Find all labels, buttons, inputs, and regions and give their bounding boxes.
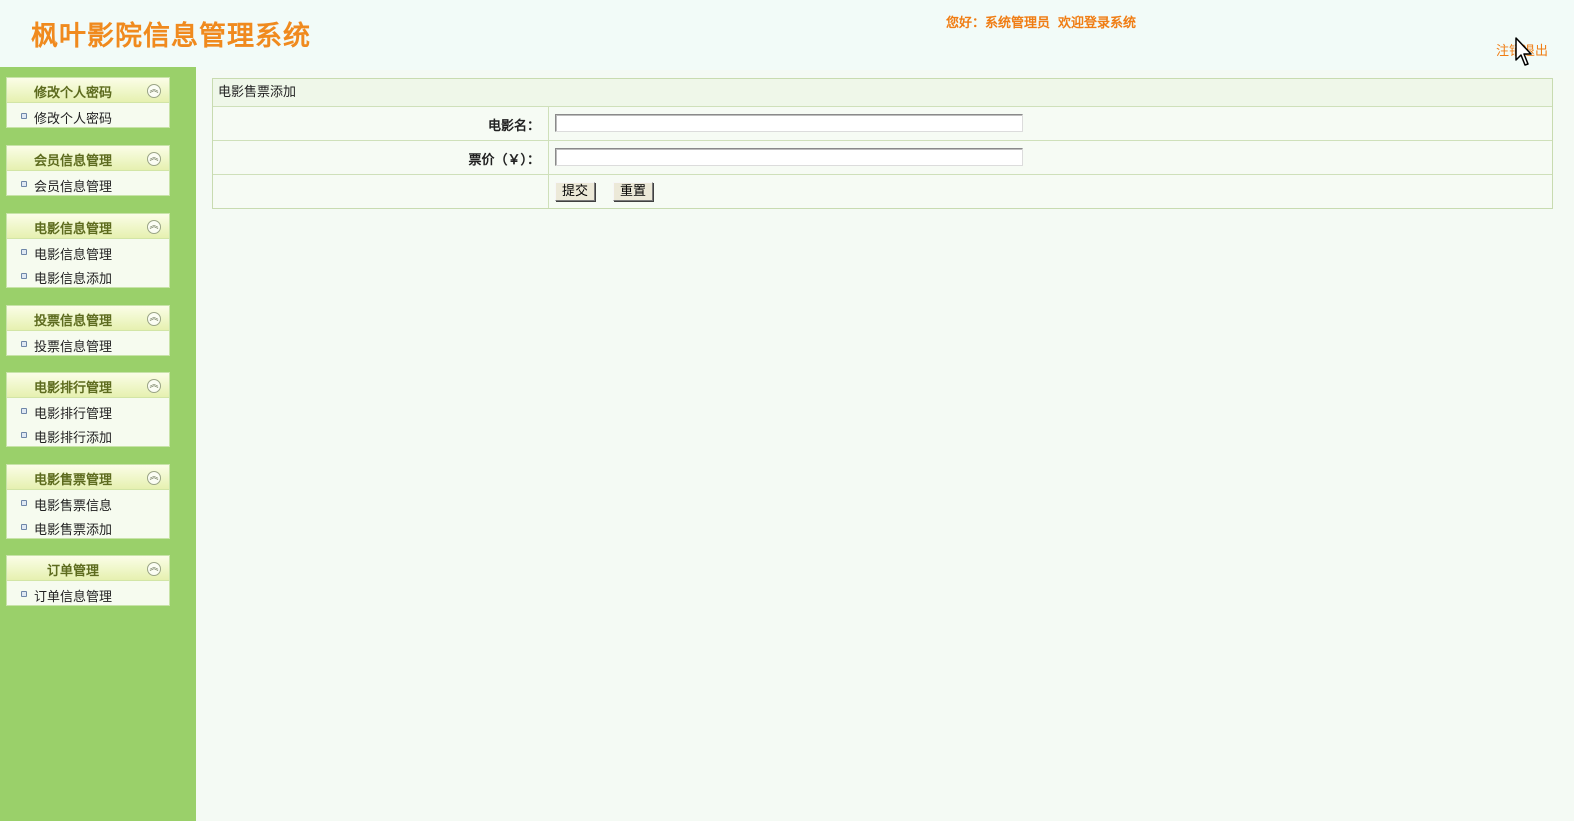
form-row-price: 票价（￥）：	[213, 141, 1552, 175]
sidebar-item-label: 电影排行添加	[34, 431, 113, 446]
sidebar-item-ticket-info[interactable]: 电影售票信息	[7, 490, 169, 514]
bullet-icon	[21, 249, 27, 255]
app-title: 枫叶影院信息管理系统	[31, 21, 311, 52]
menu-group-title: 会员信息管理	[33, 154, 112, 169]
bullet-icon	[21, 273, 27, 279]
menu-group-header[interactable]: 修改个人密码 ︽	[7, 78, 169, 103]
sidebar-item-ranking-add[interactable]: 电影排行添加	[7, 422, 169, 446]
collapse-icon[interactable]: ︽	[147, 84, 161, 98]
menu-group-members: 会员信息管理 ︽ 会员信息管理	[7, 146, 169, 195]
sidebar-item-label: 投票信息管理	[34, 340, 113, 355]
menu-group-tickets: 电影售票管理 ︽ 电影售票信息 电影售票添加	[7, 465, 169, 538]
bullet-icon	[21, 500, 27, 506]
label-cell	[213, 175, 549, 208]
collapse-icon[interactable]: ︽	[147, 379, 161, 393]
menu-group-header[interactable]: 电影信息管理 ︽	[7, 214, 169, 239]
bullet-icon	[21, 181, 27, 187]
submit-button[interactable]: 提交	[555, 182, 596, 201]
menu-group-header[interactable]: 电影排行管理 ︽	[7, 373, 169, 398]
menu-group-title: 投票信息管理	[33, 314, 112, 329]
sidebar-item-label: 电影信息添加	[34, 272, 113, 287]
header: 枫叶影院信息管理系统 您好：系统管理员欢迎登录系统 注销退出	[0, 0, 1574, 70]
menu-group-title: 电影排行管理	[33, 381, 112, 396]
menu-group-header[interactable]: 投票信息管理 ︽	[7, 306, 169, 331]
greeting-text: 您好：系统管理员	[946, 16, 1051, 31]
menu-group-header[interactable]: 会员信息管理 ︽	[7, 146, 169, 171]
sidebar: 修改个人密码 ︽ 修改个人密码 会员信息管理 ︽ 会员信息管理 电影信息管理 ︽…	[0, 67, 196, 821]
sidebar-item-change-password[interactable]: 修改个人密码	[7, 103, 169, 127]
collapse-icon[interactable]: ︽	[147, 152, 161, 166]
bullet-icon	[21, 408, 27, 414]
collapse-icon[interactable]: ︽	[147, 220, 161, 234]
label-cell: 票价（￥）：	[213, 141, 549, 174]
sidebar-item-vote-management[interactable]: 投票信息管理	[7, 331, 169, 355]
sidebar-item-ranking-management[interactable]: 电影排行管理	[7, 398, 169, 422]
sidebar-item-movie-add[interactable]: 电影信息添加	[7, 263, 169, 287]
ticket-add-form: 电影售票添加 电影名： 票价（￥）： 提交 重置	[212, 78, 1553, 209]
menu-group-rankings: 电影排行管理 ︽ 电影排行管理 电影排行添加	[7, 373, 169, 446]
collapse-icon[interactable]: ︽	[147, 562, 161, 576]
bullet-icon	[21, 524, 27, 530]
welcome-message: 您好：系统管理员 欢迎登录系统	[946, 12, 1144, 31]
label-cell: 电影名：	[213, 107, 549, 140]
sidebar-item-label: 电影售票信息	[34, 499, 113, 514]
form-row-movie-name: 电影名：	[213, 107, 1552, 141]
sidebar-item-label: 电影售票添加	[34, 523, 113, 538]
menu-group-header[interactable]: 电影售票管理 ︽	[7, 465, 169, 490]
menu-group-title: 电影售票管理	[33, 473, 112, 488]
sidebar-item-movie-management[interactable]: 电影信息管理	[7, 239, 169, 263]
bullet-icon	[21, 432, 27, 438]
sidebar-item-member-management[interactable]: 会员信息管理	[7, 171, 169, 195]
mouse-pointer-icon	[1515, 37, 1532, 66]
sidebar-item-order-management[interactable]: 订单信息管理	[7, 581, 169, 605]
collapse-icon[interactable]: ︽	[147, 312, 161, 326]
bullet-icon	[21, 113, 27, 119]
movie-name-input[interactable]	[555, 114, 1023, 132]
menu-group-password: 修改个人密码 ︽ 修改个人密码	[7, 78, 169, 127]
menu-group-title: 电影信息管理	[33, 222, 112, 237]
sidebar-item-label: 会员信息管理	[34, 180, 113, 195]
form-row-actions: 提交 重置	[213, 175, 1552, 208]
menu-group-votes: 投票信息管理 ︽ 投票信息管理	[7, 306, 169, 355]
menu-group-title: 订单管理	[46, 564, 99, 579]
bullet-icon	[21, 591, 27, 597]
movie-name-label: 电影名：	[487, 119, 540, 134]
menu-group-orders: 订单管理 ︽ 订单信息管理	[7, 556, 169, 605]
reset-button[interactable]: 重置	[613, 182, 654, 201]
bullet-icon	[21, 341, 27, 347]
menu-group-movies: 电影信息管理 ︽ 电影信息管理 电影信息添加	[7, 214, 169, 287]
sidebar-item-label: 电影排行管理	[34, 407, 113, 422]
sidebar-item-ticket-add[interactable]: 电影售票添加	[7, 514, 169, 538]
panel-title: 电影售票添加	[213, 79, 1552, 107]
welcome-text: 欢迎登录系统	[1058, 16, 1137, 31]
price-label: 票价（￥）：	[468, 153, 540, 168]
menu-group-title: 修改个人密码	[33, 86, 112, 101]
sidebar-item-label: 电影信息管理	[34, 248, 113, 263]
price-input[interactable]	[555, 148, 1023, 166]
sidebar-item-label: 修改个人密码	[34, 112, 113, 127]
collapse-icon[interactable]: ︽	[147, 471, 161, 485]
menu-group-header[interactable]: 订单管理 ︽	[7, 556, 169, 581]
sidebar-item-label: 订单信息管理	[34, 590, 113, 605]
